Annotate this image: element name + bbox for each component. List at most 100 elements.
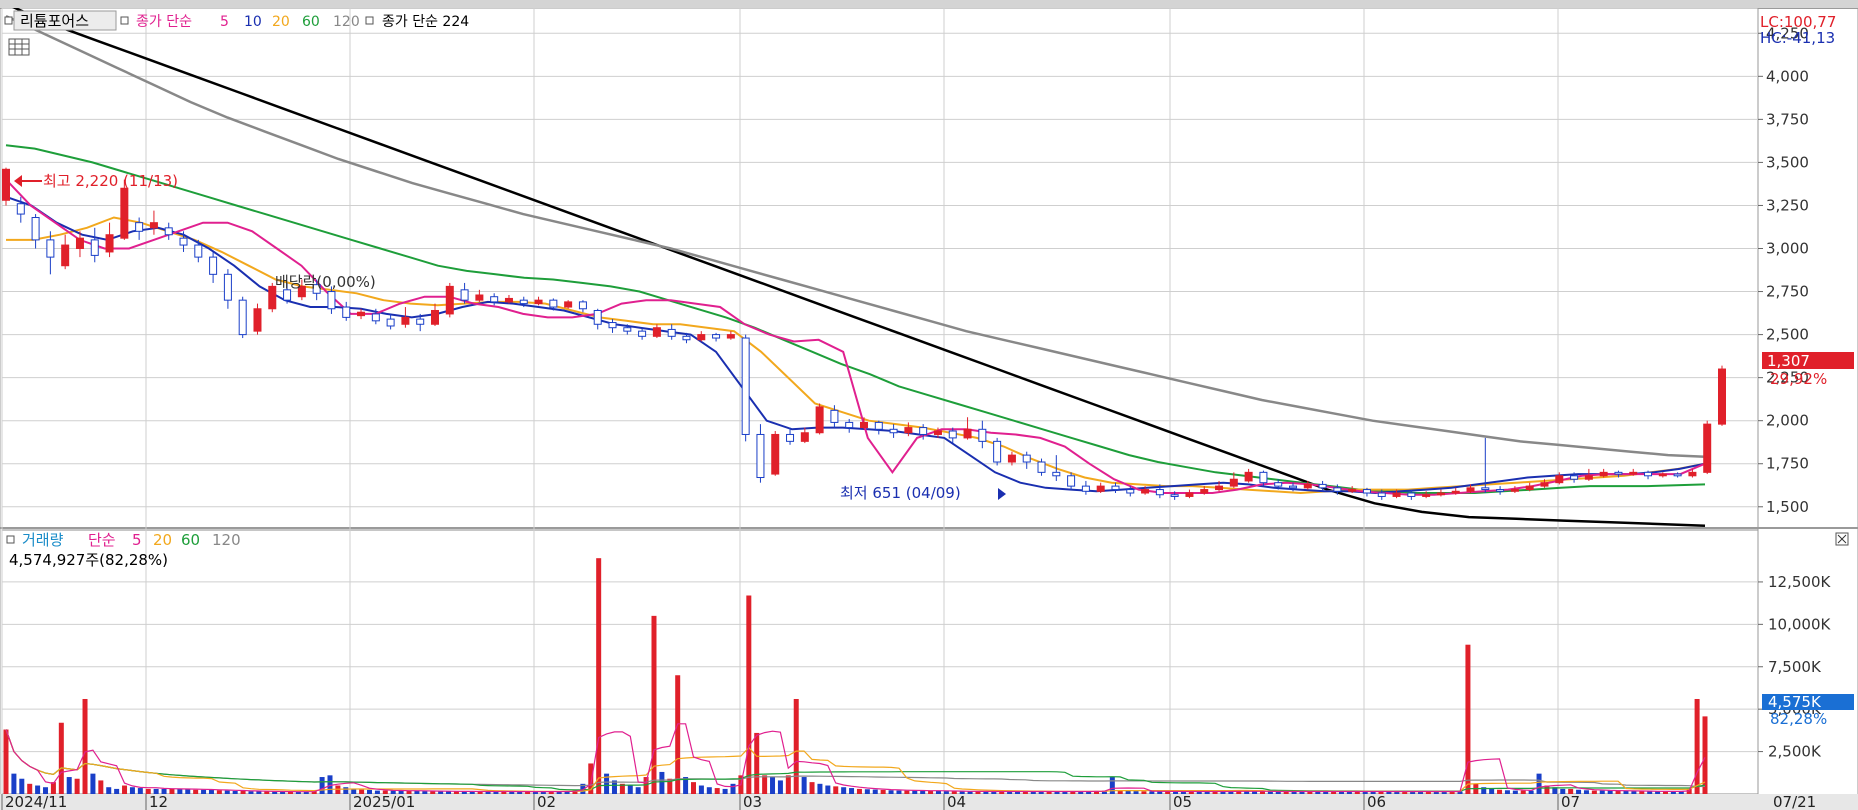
volume-bar (122, 785, 128, 794)
volume-bar (896, 790, 902, 794)
last-price: 1,307 (1767, 352, 1810, 370)
time-tick-label: 05 (1173, 793, 1192, 810)
volume-bar (928, 790, 934, 794)
legend-ma-120[interactable]: 120 (333, 14, 360, 30)
last-change: 29,92% (1770, 370, 1827, 388)
price-tick-label: 2,000 (1766, 412, 1809, 430)
volume-bar (849, 788, 855, 794)
volume-legend-60[interactable]: 60 (181, 531, 200, 549)
legend-ma-label[interactable]: 종가 단순 (136, 14, 192, 30)
volume-bar (1520, 790, 1526, 794)
volume-bar (114, 788, 120, 794)
volume-panel[interactable] (1, 529, 1759, 795)
legend-ma-60[interactable]: 60 (302, 14, 320, 30)
legend-box-icon (6, 535, 15, 544)
volume-bar (3, 729, 9, 794)
time-tick-label: 12 (149, 793, 168, 810)
volume-legend-5[interactable]: 5 (132, 531, 142, 549)
volume-bar (659, 771, 665, 794)
candle (771, 431, 780, 476)
volume-bar (793, 698, 799, 794)
volume-bar (635, 787, 641, 794)
volume-bar (1615, 790, 1621, 794)
volume-bar (177, 788, 183, 794)
price-tick-label: 2,750 (1766, 283, 1809, 301)
chart-canvas[interactable]: 4,2504,0003,7503,5003,2503,0002,7502,500… (0, 8, 1858, 810)
volume-bar (706, 787, 712, 794)
time-tick-label: 2025/01 (353, 793, 415, 810)
close-panel-icon[interactable] (1835, 532, 1849, 546)
volume-bar (248, 791, 254, 794)
volume-bar (888, 790, 894, 794)
volume-bar (185, 789, 191, 794)
volume-bar (169, 788, 175, 794)
volume-bar (19, 778, 25, 794)
volume-bar (1623, 790, 1629, 794)
price-tick-label: 3,250 (1766, 196, 1809, 214)
volume-bar (256, 791, 262, 794)
volume-bar (777, 780, 783, 794)
volume-bar (319, 777, 325, 794)
volume-bar (1489, 788, 1495, 794)
legend-ma-20[interactable]: 20 (272, 14, 290, 30)
last-volume: 4,575K (1768, 693, 1822, 711)
volume-bar (762, 775, 768, 794)
volume-bar (430, 791, 436, 794)
legend-ma-224[interactable]: 종가 단순 224 (382, 14, 469, 30)
volume-bar (856, 788, 862, 794)
stock-chart-window: 4,250 4,000 3,750 3,500 3,250 3,000 2,750 2,500… (0, 0, 1858, 810)
volume-tick-label: 2,500K (1768, 743, 1822, 761)
volume-bar (872, 789, 878, 794)
volume-bar (74, 778, 80, 794)
volume-bar (1504, 790, 1510, 794)
candle (238, 296, 247, 339)
legend-ma-10[interactable]: 10 (244, 14, 262, 30)
volume-bar (58, 722, 64, 794)
price-tick-label: 3,750 (1766, 110, 1809, 128)
legend-ma-5[interactable]: 5 (220, 14, 229, 30)
candle (993, 437, 1002, 466)
time-tick-label: 03 (743, 793, 762, 810)
volume-bar (1536, 773, 1542, 794)
time-tick-label: 02 (537, 793, 556, 810)
volume-legend-120[interactable]: 120 (212, 531, 241, 549)
volume-bar (714, 788, 720, 794)
volume-bar (240, 790, 246, 794)
volume-bar (1141, 791, 1147, 794)
volume-bar (11, 773, 17, 794)
stock-name: 리튬포어스 (20, 12, 89, 30)
time-tick-label: 07/21 (1773, 793, 1816, 810)
volume-bar (193, 789, 199, 794)
volume-bar (1607, 790, 1613, 794)
legend-box-icon (120, 16, 129, 25)
volume-legend-label[interactable]: 단순 (88, 531, 116, 549)
volume-bar (106, 787, 112, 794)
volume-bar (98, 780, 104, 794)
volume-bar (1109, 777, 1115, 794)
price-panel[interactable] (1, 8, 1759, 529)
volume-bar (208, 789, 214, 794)
price-axis: 4,2504,0003,7503,5003,2503,0002,7502,500… (1758, 24, 1809, 516)
volume-bar (1599, 790, 1605, 794)
volume-bar (864, 789, 870, 794)
candle (741, 334, 750, 442)
volume-bar (216, 790, 222, 794)
volume-bar (833, 786, 839, 794)
candle (564, 300, 573, 309)
candle (445, 282, 454, 318)
volume-bar (627, 785, 633, 794)
price-tick-label: 3,500 (1766, 153, 1809, 171)
volume-bar (675, 675, 681, 794)
volume-bar (1512, 790, 1518, 794)
calendar-icon[interactable] (8, 38, 30, 56)
volume-legend-20[interactable]: 20 (153, 531, 172, 549)
volume-bar (1631, 791, 1637, 794)
volume-bar (1497, 789, 1503, 794)
volume-bar (1465, 644, 1471, 794)
volume-title[interactable]: 거래량 (22, 531, 64, 549)
volume-bar (809, 782, 815, 794)
volume-bar (880, 789, 886, 794)
low-note: 최저 651 (04/09) (840, 484, 961, 502)
time-tick-label: 04 (947, 793, 966, 810)
volume-bar (746, 595, 752, 794)
